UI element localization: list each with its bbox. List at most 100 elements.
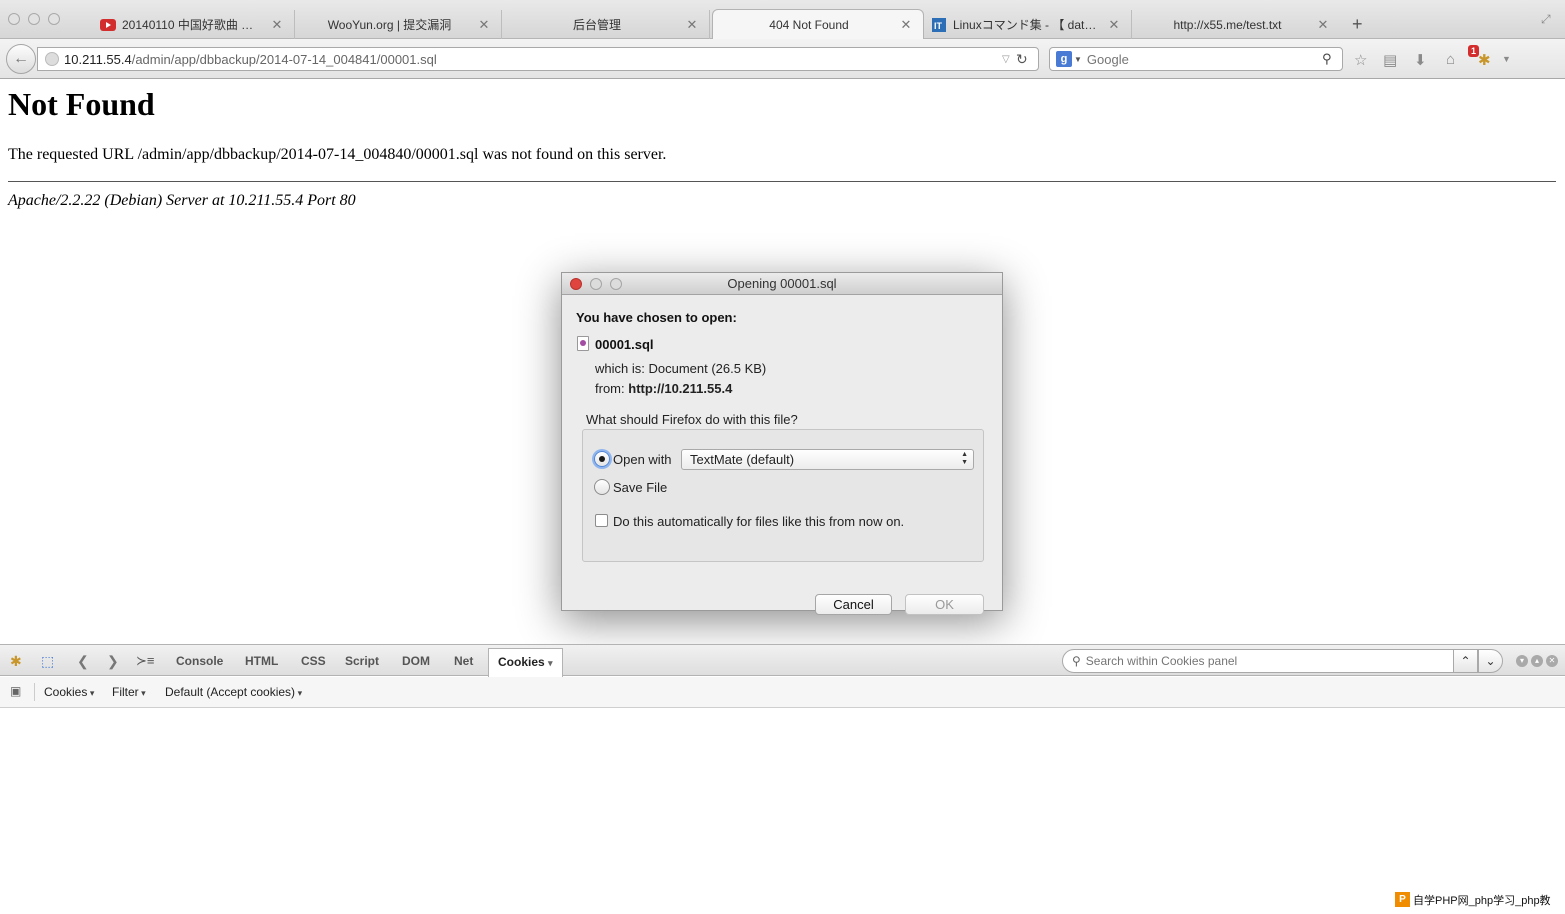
file-type-row: which is: Document (26.5 KB)	[595, 361, 766, 376]
command-line-icon[interactable]: ≻≡	[136, 653, 154, 669]
filter-menu[interactable]: Filter	[112, 685, 146, 699]
window-close-button[interactable]	[8, 13, 20, 25]
detach-panel-icon[interactable]: ▴	[1531, 655, 1543, 667]
dialog-titlebar: Opening 00001.sql	[562, 273, 1002, 295]
new-tab-button[interactable]: +	[1352, 14, 1363, 34]
tab-404[interactable]: 404 Not Found ✕	[712, 9, 924, 40]
bookmark-star-icon[interactable]: ☆	[1354, 51, 1367, 69]
auto-checkbox[interactable]	[595, 514, 608, 527]
back-button[interactable]: ←	[6, 44, 36, 74]
chosen-label: You have chosen to open:	[576, 310, 737, 325]
close-icon[interactable]: ✕	[1316, 17, 1330, 33]
firebug-dropdown-icon[interactable]: ▼	[1502, 54, 1511, 64]
fullscreen-icon[interactable]: ⤢	[1541, 12, 1551, 27]
open-file-dialog: Opening 00001.sql You have chosen to ope…	[561, 272, 1003, 615]
firebug-search-input[interactable]	[1085, 654, 1453, 668]
engine-dropdown-icon[interactable]: ▼	[1074, 55, 1082, 64]
window-zoom-button[interactable]	[48, 13, 60, 25]
close-icon[interactable]: ✕	[1107, 17, 1121, 33]
default-accept-cookies-menu[interactable]: Default (Accept cookies)	[165, 685, 302, 699]
open-with-app-value: TextMate (default)	[690, 452, 795, 467]
close-panel-icon[interactable]: ✕	[1546, 655, 1558, 667]
it-icon: IT	[931, 17, 947, 33]
tab-strip: 20140110 中国好歌曲 《她… ✕ WooYun.org | 提交漏洞 ✕…	[0, 0, 1565, 40]
url-host: 10.211.55.4	[64, 51, 132, 67]
save-file-label[interactable]: Save File	[613, 480, 667, 495]
open-with-radio[interactable]	[594, 451, 610, 467]
url-text[interactable]: 10.211.55.4/admin/app/dbbackup/2014-07-1…	[64, 52, 1002, 67]
firebug-icon[interactable]: ✱	[10, 653, 22, 670]
firebug-icon[interactable]: ✱	[1478, 51, 1491, 69]
search-next-button[interactable]: ⌄	[1478, 649, 1503, 673]
google-engine-icon[interactable]: g	[1056, 51, 1072, 67]
download-icon[interactable]: ⬇	[1414, 51, 1427, 69]
from-label: from:	[595, 381, 625, 396]
save-file-radio[interactable]	[594, 479, 610, 495]
back-arrow-icon[interactable]: ❮	[77, 653, 89, 670]
url-history-dropdown-icon[interactable]: ▽	[1002, 54, 1016, 65]
reload-icon[interactable]: ↻	[1016, 51, 1034, 68]
divider	[8, 181, 1556, 182]
close-icon[interactable]: ✕	[685, 17, 699, 33]
tab-x55[interactable]: http://x55.me/test.txt ✕	[1133, 10, 1340, 39]
toolbar-separator	[34, 683, 35, 701]
site-identity-icon[interactable]	[45, 52, 59, 66]
tab-label: Linuxコマンド集 - 【 date …	[953, 18, 1101, 32]
url-bar[interactable]: 10.211.55.4/admin/app/dbbackup/2014-07-1…	[37, 47, 1039, 71]
youtube-icon	[100, 17, 116, 33]
select-arrows-icon: ▲ ▼	[961, 451, 968, 466]
tab-console[interactable]: Console	[176, 654, 223, 668]
cookies-panel	[0, 709, 1565, 914]
ok-button[interactable]: OK	[905, 594, 984, 615]
error-message: The requested URL /admin/app/dbbackup/20…	[8, 146, 667, 163]
inspect-element-icon[interactable]: ⬚	[41, 653, 54, 670]
tab-net[interactable]: Net	[454, 654, 473, 668]
forward-arrow-icon[interactable]: ❯	[107, 653, 119, 670]
tab-linux[interactable]: IT Linuxコマンド集 - 【 date … ✕	[925, 10, 1132, 39]
search-icon[interactable]: ⚲	[1322, 51, 1342, 67]
navigation-toolbar: ← 10.211.55.4/admin/app/dbbackup/2014-07…	[0, 39, 1565, 102]
open-with-app-select[interactable]: TextMate (default) ▲ ▼	[681, 449, 974, 470]
close-icon[interactable]: ✕	[270, 17, 284, 33]
tab-dom[interactable]: DOM	[402, 654, 430, 668]
window-minimize-button[interactable]	[28, 13, 40, 25]
search-input[interactable]	[1086, 51, 1322, 67]
firebug-search-box[interactable]: ⚲	[1062, 649, 1454, 673]
auto-checkbox-label[interactable]: Do this automatically for files like thi…	[613, 514, 904, 529]
from-value: http://10.211.55.4	[628, 381, 733, 396]
tab-css[interactable]: CSS	[301, 654, 326, 668]
search-bar[interactable]: g ▼ ⚲	[1049, 47, 1343, 71]
cancel-button[interactable]: Cancel	[815, 594, 892, 615]
search-icon: ⚲	[1072, 654, 1081, 668]
tab-label: WooYun.org | 提交漏洞	[327, 18, 452, 32]
tab-label: 20140110 中国好歌曲 《她…	[122, 18, 264, 32]
url-path: /admin/app/dbbackup/2014-07-14_004841/00…	[131, 51, 437, 67]
server-signature: Apache/2.2.22 (Debian) Server at 10.211.…	[8, 192, 356, 209]
dialog-title: Opening 00001.sql	[727, 276, 837, 291]
chevron-down-icon: ▾	[548, 658, 553, 668]
tab-youtube[interactable]: 20140110 中国好歌曲 《她… ✕	[88, 10, 295, 39]
dialog-close-button[interactable]	[570, 278, 582, 290]
back-arrow-icon: ←	[13, 50, 29, 67]
tab-admin[interactable]: 后台管理 ✕	[503, 10, 710, 39]
tab-label: 404 Not Found	[769, 18, 849, 32]
close-icon[interactable]: ✕	[899, 17, 913, 33]
close-icon[interactable]: ✕	[477, 17, 491, 33]
php-logo-icon: P	[1395, 892, 1410, 907]
notification-badge: 1	[1468, 45, 1479, 57]
tab-script[interactable]: Script	[345, 654, 379, 668]
watermark-text: 自学PHP网_php学习_php教	[1413, 894, 1551, 907]
firebug-toolbar: ✱ ⬚ ❮ ❯ ≻≡ Console HTML CSS Script DOM N…	[0, 644, 1565, 677]
cookie-icon[interactable]: ▣	[10, 684, 21, 698]
tab-cookies[interactable]: Cookies ▾	[488, 648, 563, 677]
search-previous-button[interactable]: ⌃	[1453, 649, 1478, 673]
cookies-menu[interactable]: Cookies	[44, 685, 94, 699]
bookmarks-list-icon[interactable]: ▤	[1383, 51, 1397, 69]
open-with-label[interactable]: Open with	[613, 452, 672, 467]
tab-wooyun[interactable]: WooYun.org | 提交漏洞 ✕	[296, 10, 502, 39]
minimize-panel-icon[interactable]: ▾	[1516, 655, 1528, 667]
tab-html[interactable]: HTML	[245, 654, 278, 668]
home-icon[interactable]: ⌂	[1446, 51, 1455, 68]
watermark: P 自学PHP网_php学习_php教	[1395, 891, 1555, 908]
tab-label: 后台管理	[572, 18, 621, 32]
